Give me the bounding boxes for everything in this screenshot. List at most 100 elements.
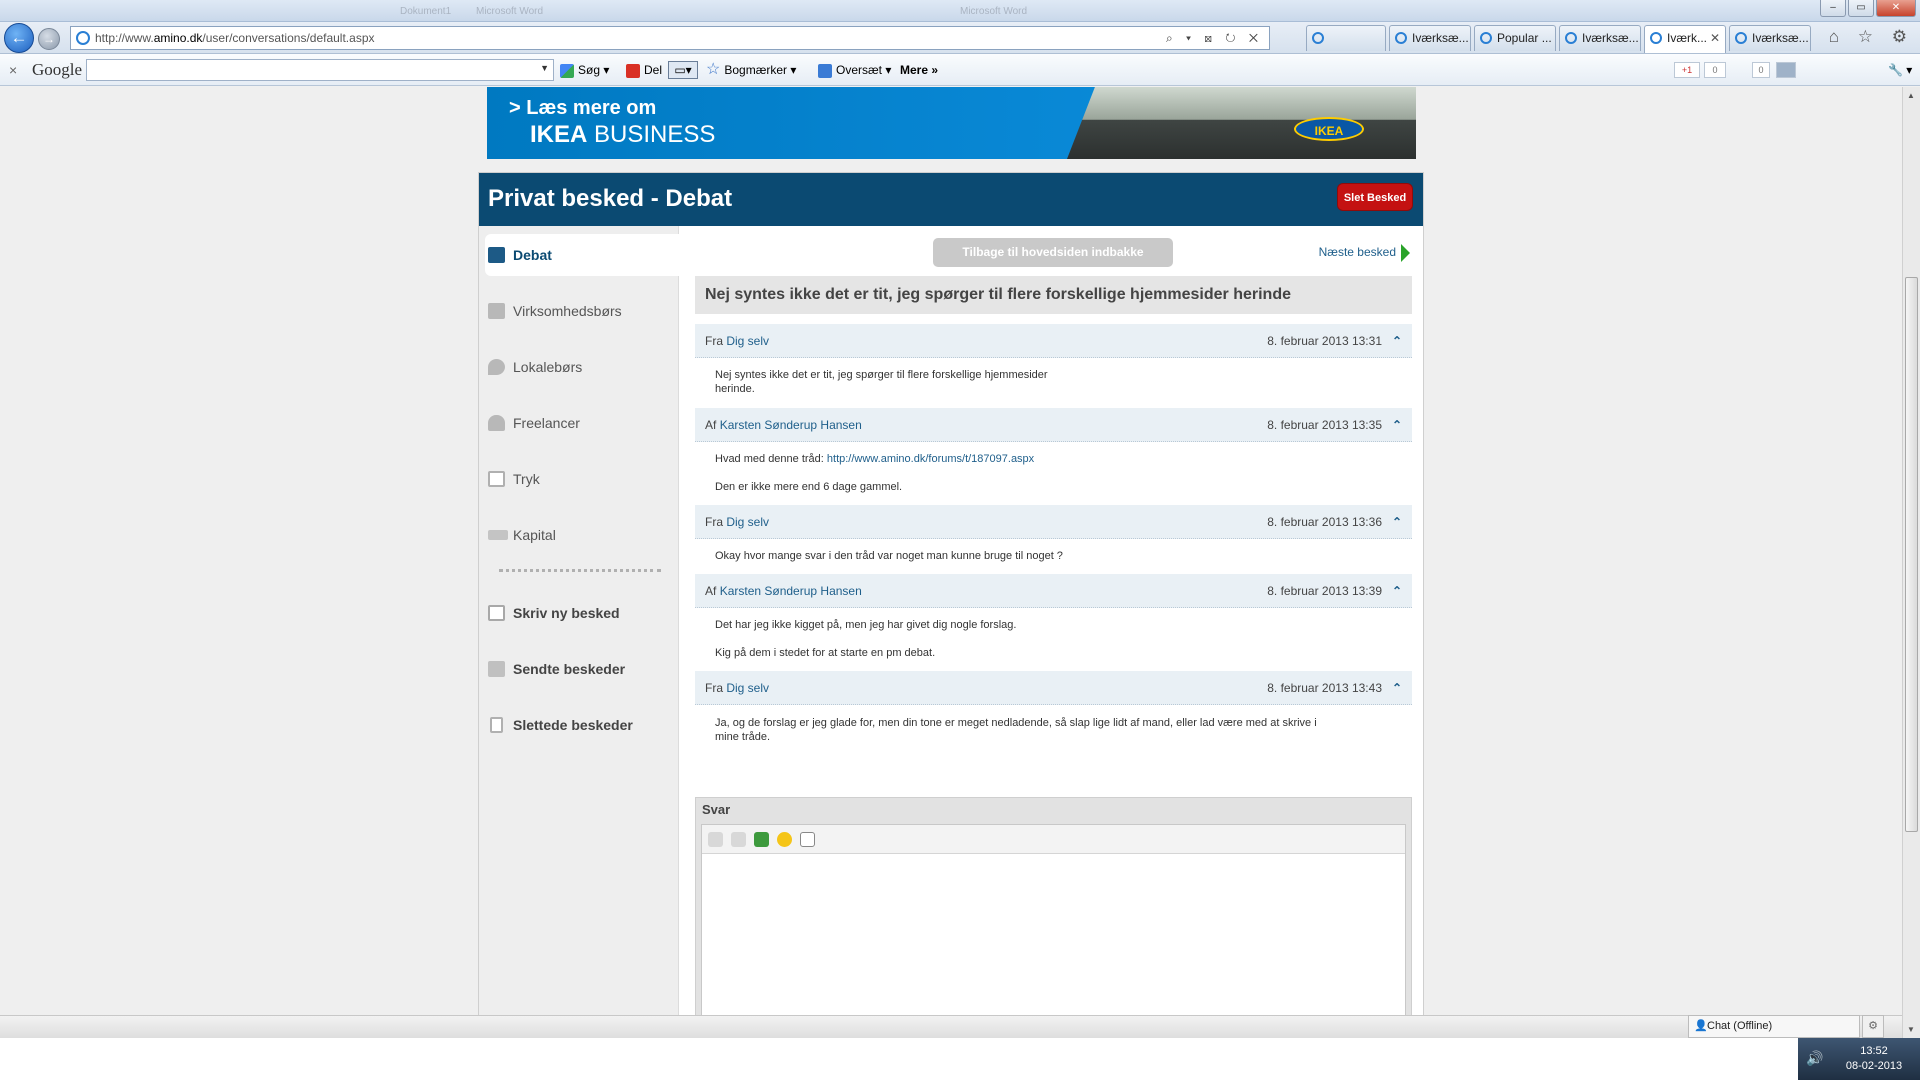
chat-status-button[interactable]: 👤 Chat (Offline) — [1688, 1015, 1860, 1038]
home-favorites-tools-icons[interactable]: ⌂ ☆ ⚙ — [1829, 27, 1914, 47]
scrollbar-thumb[interactable] — [1905, 277, 1918, 832]
message-body: Det har jeg ikke kigget på, men jeg har … — [715, 618, 1016, 660]
chevron-down-icon[interactable]: ▼ — [540, 63, 549, 73]
chat-settings-gear-icon[interactable]: ⚙ — [1862, 1015, 1884, 1038]
message-author-link[interactable]: Karsten Sønderup Hansen — [720, 584, 862, 598]
chat-status-label: Chat (Offline) — [1707, 1020, 1773, 1032]
next-message-link[interactable]: Næste besked — [1319, 244, 1410, 262]
sidebar-item-lokalebors[interactable]: Lokalebørs — [485, 346, 679, 388]
collapse-up-icon[interactable]: ⌃ — [1392, 671, 1402, 705]
browser-tab-active[interactable]: Iværk... ✕ — [1644, 25, 1726, 53]
url-path: /user/conversations/default.aspx — [202, 31, 375, 45]
chat-bubbles-icon — [488, 247, 505, 263]
ikea-logo-text: IKEA — [1314, 124, 1344, 138]
plus-one-count: 0 — [1704, 62, 1726, 78]
reply-editor[interactable] — [701, 824, 1406, 1015]
google-search-icon — [560, 63, 574, 78]
google-toolbar: × Google ▼ Søg ▾ Del ▭▾ ☆ Bogmærker ▾ Ove… — [0, 54, 1920, 86]
address-bar[interactable]: http://www.amino.dk/user/conversations/d… — [70, 26, 1270, 50]
sidebar-item-label: Virksomhedsbørs — [513, 303, 622, 319]
address-tools-icons[interactable]: ⌕ ▾ ⊠ ↻ ✕ — [1166, 27, 1263, 49]
banner-brand: IKEA — [530, 121, 588, 148]
browser-tab-6[interactable]: Iværksæ... — [1729, 25, 1811, 51]
volume-icon[interactable]: 🔊 — [1806, 1050, 1823, 1067]
url-prefix: http://www. — [95, 31, 154, 45]
message-date: 8. februar 2013 13:31 — [1267, 334, 1382, 348]
share-button[interactable]: Del — [626, 54, 662, 86]
google-search-input[interactable]: ▼ — [86, 59, 554, 81]
sidebar-action-compose[interactable]: Skriv ny besked — [485, 592, 679, 634]
unlink-icon[interactable] — [731, 832, 746, 847]
close-toolbar-icon[interactable]: × — [9, 54, 17, 86]
sidebar-item-virksomhedsbors[interactable]: Virksomhedsbørs — [485, 290, 679, 332]
delete-message-button[interactable]: Slet Besked — [1337, 183, 1413, 211]
message-author-link[interactable]: Karsten Sønderup Hansen — [720, 418, 862, 432]
browser-tab-1[interactable] — [1306, 25, 1386, 51]
bookmarks-menu[interactable]: ☆ Bogmærker ▾ — [706, 54, 796, 86]
message-header: Af Karsten Sønderup Hansen 8. februar 201… — [695, 408, 1412, 442]
forum-thread-link[interactable]: http://www.amino.dk/forums/t/187097.aspx — [827, 453, 1034, 465]
scroll-up-icon[interactable]: ▲ — [1907, 91, 1915, 100]
banner-business: BUSINESS — [587, 121, 716, 148]
translate-label: Oversæt ▾ — [836, 63, 892, 77]
sidebar-action-label: Skriv ny besked — [513, 605, 620, 621]
ie-tab-icon — [1735, 32, 1747, 44]
maximize-button[interactable]: ▭ — [1848, 0, 1874, 17]
sidebar-item-debat[interactable]: Debat — [485, 234, 679, 276]
ie-tab-icon — [1565, 32, 1577, 44]
google-logo: Google — [32, 60, 83, 79]
browser-tab-3[interactable]: Popular ... — [1474, 25, 1556, 51]
collapse-up-icon[interactable]: ⌃ — [1392, 408, 1402, 442]
sent-icon — [488, 661, 505, 677]
browser-tab-2[interactable]: Iværksæ... — [1389, 25, 1471, 51]
system-clock[interactable]: 13:52 08-02-2013 — [1834, 1044, 1914, 1074]
collapse-up-icon[interactable]: ⌃ — [1392, 324, 1402, 358]
translate-menu[interactable]: Oversæt ▾ — [818, 54, 891, 86]
message-date: 8. februar 2013 13:39 — [1267, 584, 1382, 598]
more-menu[interactable]: Mere » — [900, 54, 938, 86]
plus-one-button[interactable]: +1 — [1674, 62, 1700, 78]
close-window-button[interactable]: ✕ — [1876, 0, 1916, 17]
scroll-down-icon[interactable]: ▼ — [1907, 1025, 1915, 1034]
message-author-link[interactable]: Dig selv — [726, 334, 769, 348]
message-line: Hvad med denne tråd: http://www.amino.dk… — [715, 452, 1034, 466]
message-body: Okay hvor mange svar i den tråd var noge… — [715, 549, 1063, 563]
url-domain: amino.dk — [153, 31, 203, 45]
insert-image-icon[interactable] — [754, 832, 769, 847]
minimize-button[interactable]: ‒ — [1820, 0, 1846, 17]
message-author-link[interactable]: Dig selv — [726, 681, 769, 695]
collapse-up-icon[interactable]: ⌃ — [1392, 505, 1402, 539]
browser-tab-4[interactable]: Iværksæ... — [1559, 25, 1641, 51]
sidebar-action-deleted[interactable]: Slettede beskeder — [485, 704, 679, 746]
sidebar-action-sent[interactable]: Sendte beskeder — [485, 648, 679, 690]
back-to-inbox-button[interactable]: Tilbage til hovedsiden indbakke — [933, 238, 1173, 267]
wrench-icon[interactable]: 🔧 ▾ — [1888, 54, 1912, 86]
message-line: Nej syntes ikke det er tit, jeg spørger … — [715, 369, 1048, 381]
message-author-link[interactable]: Dig selv — [726, 515, 769, 529]
share-label: Del — [644, 63, 663, 77]
close-tab-icon[interactable]: ✕ — [1710, 26, 1720, 50]
back-button[interactable]: ← — [4, 23, 34, 53]
tab-label: Iværksæ... — [1412, 31, 1469, 45]
message-line: Kig på dem i stedet for at starte en pm … — [715, 647, 936, 659]
sidebar-item-freelancer[interactable]: Freelancer — [485, 402, 679, 444]
notification-count[interactable]: 0 — [1752, 62, 1770, 78]
display-toggle-button[interactable]: ▭▾ — [668, 61, 698, 79]
collapse-up-icon[interactable]: ⌃ — [1392, 574, 1402, 608]
ikea-office-photo — [1067, 87, 1416, 159]
smiley-icon[interactable] — [777, 832, 792, 847]
search-menu[interactable]: Søg ▾ — [560, 54, 609, 86]
sidebar-item-kapital[interactable]: Kapital — [485, 514, 679, 556]
ikea-banner-ad[interactable]: > Læs mere om IKEA BUSINESS IKEA — [487, 87, 1416, 159]
profile-avatar[interactable] — [1776, 62, 1796, 78]
link-intro: Hvad med denne tråd: — [715, 453, 827, 465]
forward-button[interactable]: → — [38, 28, 60, 50]
attach-file-icon[interactable] — [800, 832, 815, 847]
page-scrollbar[interactable]: ▲ ▼ — [1902, 87, 1920, 1038]
link-icon[interactable] — [708, 832, 723, 847]
sidebar-item-tryk[interactable]: Tryk — [485, 458, 679, 500]
sidebar-item-label: Kapital — [513, 527, 556, 543]
message-line: Ja, og de forslag er jeg glade for, men … — [715, 717, 1317, 729]
message-line: herinde. — [715, 383, 755, 395]
editor-toolbar — [702, 825, 1405, 854]
